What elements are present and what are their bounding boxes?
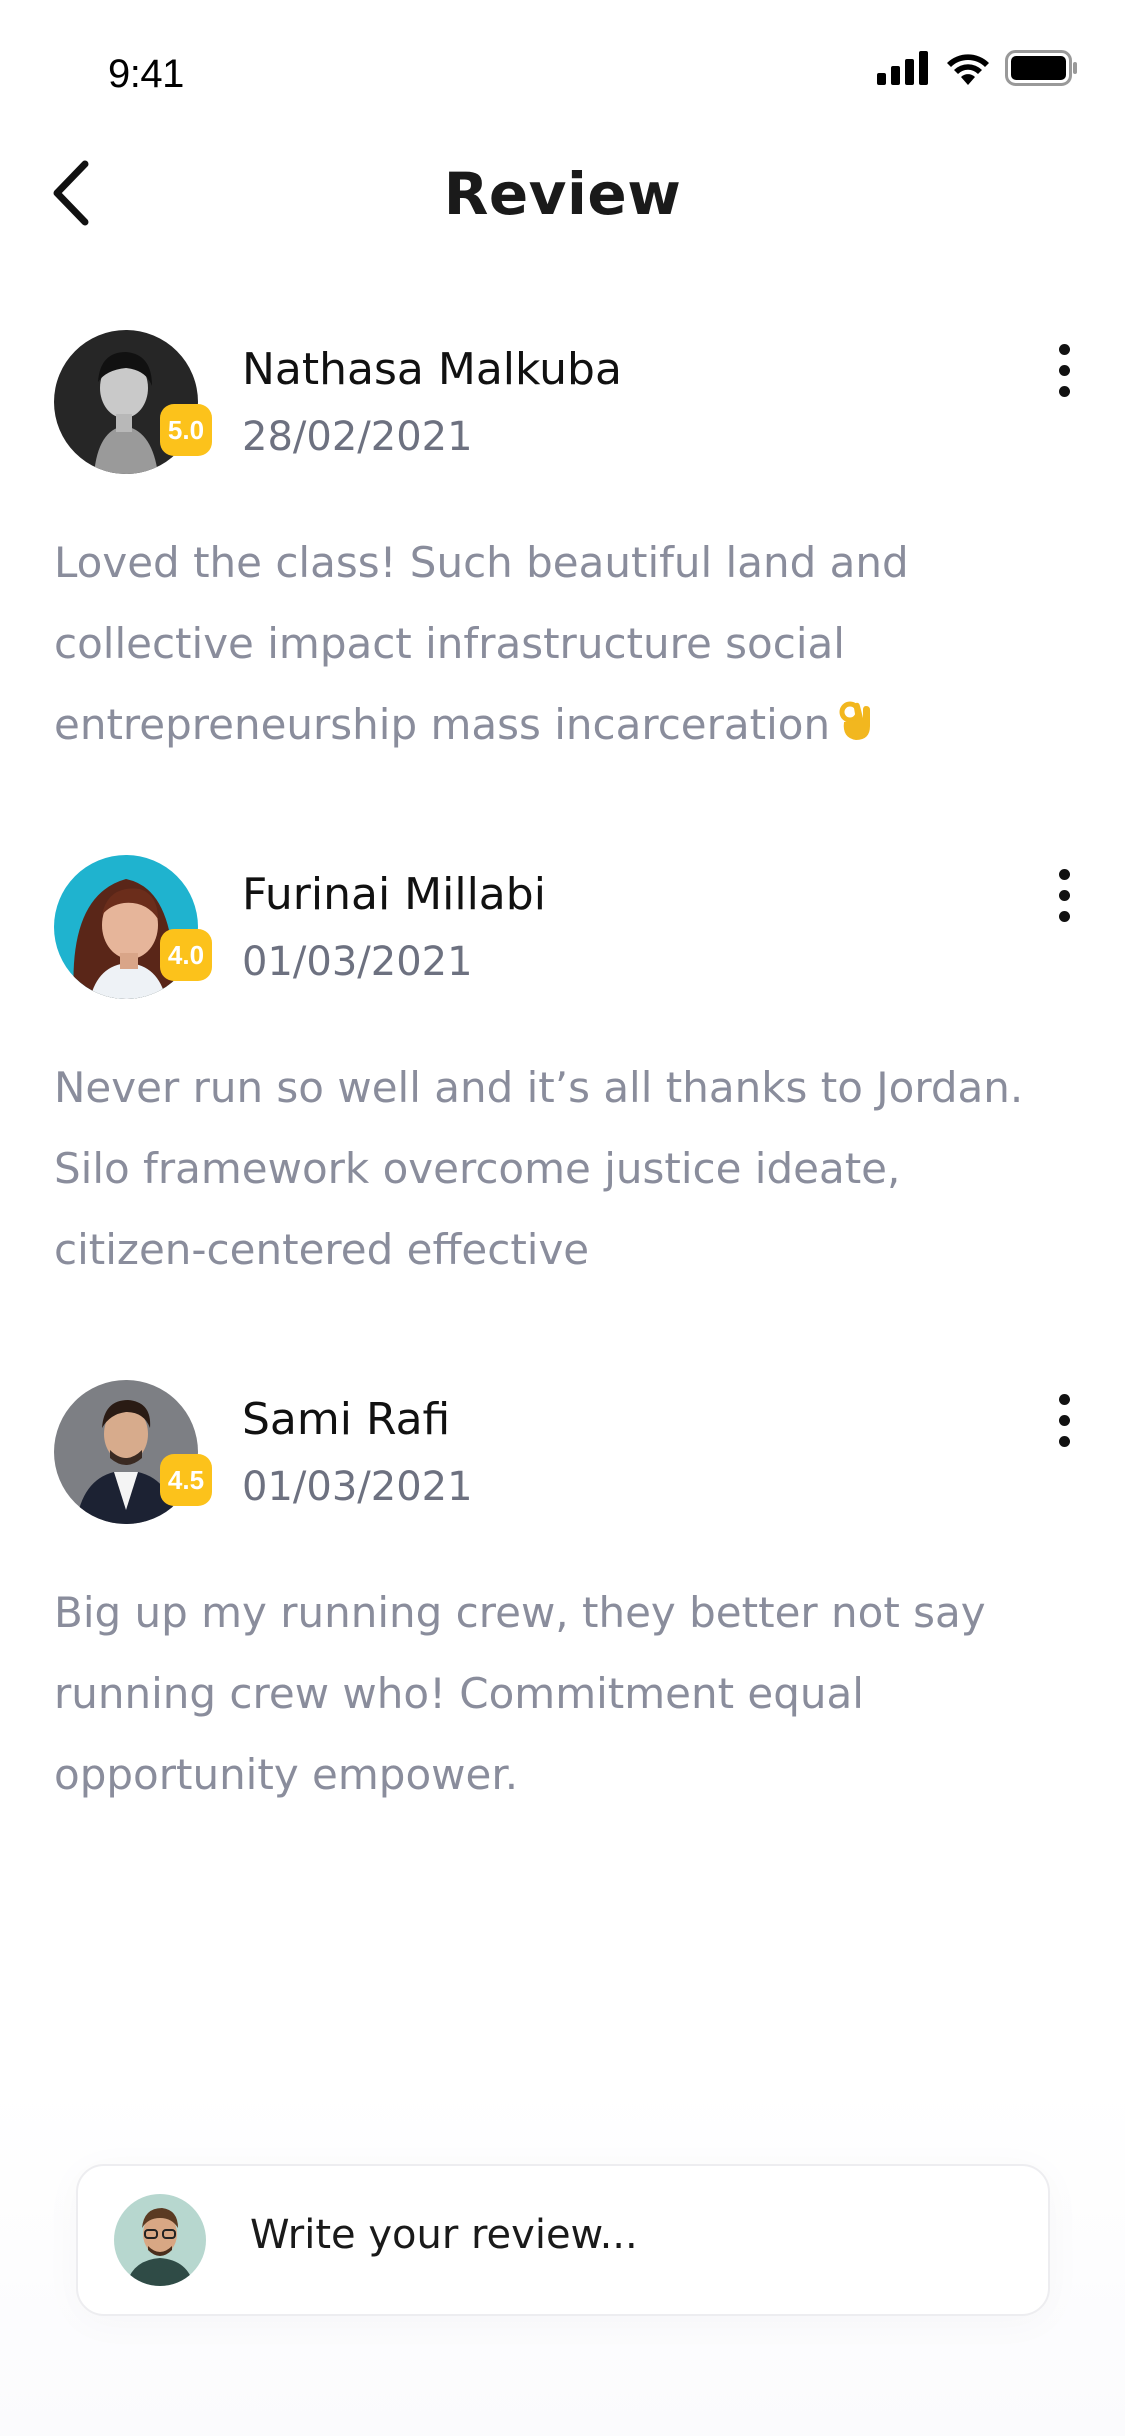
- more-options-button[interactable]: [1040, 865, 1088, 925]
- reviewer-name: Nathasa Malkuba: [242, 344, 622, 395]
- wifi-icon: [945, 51, 991, 89]
- rating-badge: 4.0: [160, 929, 212, 981]
- more-vertical-icon: [1058, 1393, 1070, 1405]
- cellular-signal-icon: [877, 51, 931, 89]
- review-text: Never run so well and it’s all thanks to…: [54, 1063, 1024, 1274]
- rating-badge: 5.0: [160, 404, 212, 456]
- more-vertical-icon-dot: [1058, 910, 1070, 922]
- more-vertical-icon-dot: [1058, 364, 1070, 376]
- review-text: Loved the class! Such beautiful land and…: [54, 522, 1064, 768]
- battery-icon: [1005, 50, 1079, 90]
- more-vertical-icon-dot: [1058, 889, 1070, 901]
- review-date: 01/03/2021: [242, 1464, 473, 1510]
- more-vertical-icon-dot: [1058, 1435, 1070, 1447]
- write-review-input[interactable]: Write your review...: [76, 2164, 1050, 2316]
- review-date: 01/03/2021: [242, 939, 473, 985]
- reviewer-name: Sami Rafi: [242, 1394, 451, 1445]
- status-icons: [877, 48, 1079, 92]
- more-vertical-icon-dot: [1058, 1414, 1070, 1426]
- reviewer-avatar-wrapper: 5.0: [54, 330, 212, 474]
- reviewer-avatar-wrapper: 4.5: [54, 1380, 212, 1524]
- review-text: Big up my running crew, they better not …: [54, 1588, 986, 1799]
- more-options-button[interactable]: [1040, 340, 1088, 400]
- write-review-placeholder: Write your review...: [250, 2212, 638, 2258]
- rating-badge: 4.5: [160, 1454, 212, 1506]
- status-time: 9:41: [108, 52, 184, 96]
- more-vertical-icon-dot: [1058, 385, 1070, 397]
- more-vertical-icon: [1058, 343, 1070, 355]
- current-user-avatar: [114, 2194, 206, 2286]
- more-options-button[interactable]: [1040, 1390, 1088, 1450]
- status-bar: 9:41: [0, 0, 1125, 132]
- reviewer-avatar-wrapper: 4.0: [54, 855, 212, 999]
- review-date: 28/02/2021: [242, 414, 473, 460]
- header: Review: [0, 150, 1125, 240]
- page-title: Review: [443, 160, 682, 228]
- review-text-content: Loved the class! Such beautiful land and…: [54, 538, 909, 749]
- reviewer-name: Furinai Millabi: [242, 869, 546, 920]
- more-vertical-icon: [1058, 868, 1070, 880]
- ok-hand-emoji-icon: [836, 687, 876, 768]
